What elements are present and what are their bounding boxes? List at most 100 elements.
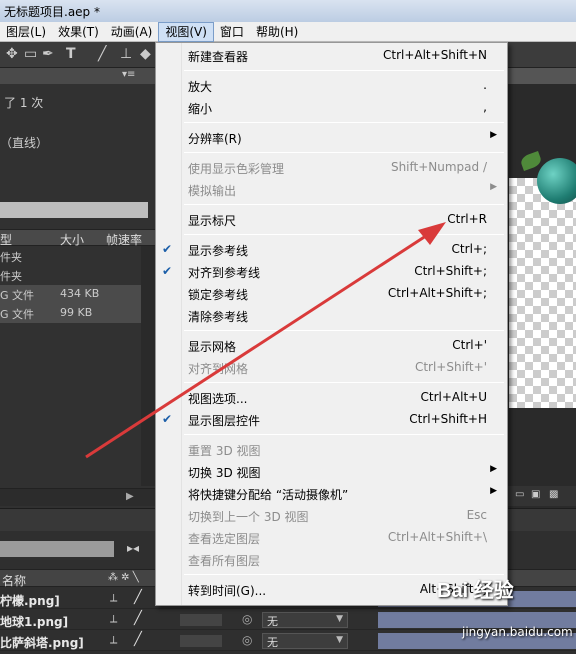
scroll-right-icon[interactable]: ▶	[126, 491, 134, 502]
item-label: 清除参考线	[188, 310, 249, 324]
menu-item-snap-to-grid[interactable]: 对齐到网格 Ctrl+Shift+'	[156, 357, 507, 379]
item-shortcut: Ctrl+'	[452, 338, 487, 352]
layer-name: 柠檬.png]	[0, 594, 60, 608]
col-fps[interactable]: 帧速率	[106, 231, 142, 248]
shape-tool-icon[interactable]: ▭	[24, 46, 37, 62]
leaf-graphic	[519, 151, 543, 171]
menu-item-lock-guides[interactable]: 锁定参考线 Ctrl+Alt+Shift+;	[156, 283, 507, 305]
project-info-usage: 了 1 次	[4, 96, 44, 110]
menu-item-view-selected-layers[interactable]: 查看选定图层 Ctrl+Alt+Shift+\	[156, 527, 507, 549]
transparency-toggle-icon[interactable]: ▩	[549, 489, 558, 500]
submenu-arrow-icon: ▶	[490, 486, 497, 496]
item-label: 模拟输出	[188, 184, 237, 198]
layer-quality-icon[interactable]: ╱	[134, 590, 142, 605]
menu-item-show-grid[interactable]: 显示网格 Ctrl+'	[156, 335, 507, 357]
menu-item-clear-guides[interactable]: 清除参考线	[156, 305, 507, 327]
item-shortcut: Ctrl+;	[451, 242, 487, 256]
menu-item-previous-3d-view[interactable]: 切换到上一个 3D 视图 Esc	[156, 505, 507, 527]
menu-item-color-management[interactable]: 使用显示色彩管理 Shift+Numpad /	[156, 157, 507, 179]
parent-dropdown[interactable]: 无 ▼	[262, 633, 348, 649]
parent-value: 无	[267, 615, 278, 628]
item-shortcut: Ctrl+Alt+U	[420, 390, 488, 404]
menu-item-zoom-out[interactable]: 缩小 ,	[156, 97, 507, 119]
layer-switch-icon[interactable]: ⟂	[110, 633, 117, 647]
layer-switches[interactable]	[180, 614, 222, 626]
layer-switches[interactable]	[180, 635, 222, 647]
menu-item-simulate-output[interactable]: 模拟输出 ▶	[156, 179, 507, 201]
project-panel: ▾≡ 了 1 次 （直线） 型 大小 帧速率 件夹 件夹 G 文件 434 KB…	[0, 68, 155, 508]
menu-item-snap-to-guides[interactable]: ✔ 对齐到参考线 Ctrl+Shift+;	[156, 261, 507, 283]
baidu-watermark-url: jingyan.baidu.com	[462, 625, 573, 639]
project-row[interactable]: G 文件 434 KB	[0, 285, 155, 304]
menu-item-assign-shortcut-camera[interactable]: 将快捷键分配给 “活动摄像机” ▶	[156, 483, 507, 505]
row-type: G 文件	[0, 308, 35, 321]
menu-item-show-layer-controls[interactable]: ✔ 显示图层控件 Ctrl+Shift+H	[156, 409, 507, 431]
item-shortcut: .	[483, 78, 487, 92]
baidu-watermark: Bai 经验	[437, 580, 514, 602]
item-label: 对齐到网格	[188, 362, 249, 376]
item-label: 分辨率(R)	[188, 132, 242, 146]
menu-layer[interactable]: 图层(L)	[0, 22, 52, 42]
layer-quality-icon[interactable]: ╱	[134, 611, 142, 626]
submenu-arrow-icon: ▶	[490, 464, 497, 474]
menu-animation[interactable]: 动画(A)	[105, 22, 159, 42]
item-label: 切换到上一个 3D 视图	[188, 510, 309, 524]
item-label: 新建查看器	[188, 50, 249, 64]
submenu-arrow-icon: ▶	[490, 182, 497, 192]
project-search-input[interactable]	[0, 202, 148, 218]
col-type[interactable]: 型	[0, 231, 12, 248]
viewer-controls: ▭ ▣ ▩	[507, 486, 576, 506]
project-row[interactable]: G 文件 99 KB	[0, 304, 155, 323]
menu-view[interactable]: 视图(V)	[158, 21, 214, 42]
graph-editor-icon[interactable]: ▸◂	[127, 541, 139, 555]
menu-item-view-options[interactable]: 视图选项... Ctrl+Alt+U	[156, 387, 507, 409]
menu-window[interactable]: 窗口	[214, 22, 250, 42]
menu-item-show-guides[interactable]: ✔ 显示参考线 Ctrl+;	[156, 239, 507, 261]
eraser-tool-icon[interactable]: ◆	[140, 46, 151, 62]
menu-separator	[184, 330, 504, 331]
menu-item-zoom-in[interactable]: 放大 .	[156, 75, 507, 97]
menu-separator	[184, 434, 504, 435]
parent-pickwhip-icon[interactable]: ◎	[242, 612, 252, 626]
item-shortcut: Ctrl+Alt+Shift+;	[387, 286, 487, 300]
menu-item-switch-3d-view[interactable]: 切换 3D 视图 ▶	[156, 461, 507, 483]
col-layer-name[interactable]: 名称	[2, 572, 26, 589]
layer-quality-icon[interactable]: ╱	[134, 632, 142, 647]
menu-separator	[184, 122, 504, 123]
panel-menu-icon[interactable]: ▾≡	[122, 69, 135, 80]
project-row[interactable]: 件夹	[0, 247, 155, 266]
item-label: 显示图层控件	[188, 414, 261, 428]
layer-switch-icon[interactable]: ⟂	[110, 591, 117, 605]
layer-switch-icon[interactable]: ⟂	[110, 612, 117, 626]
col-size[interactable]: 大小	[60, 231, 84, 248]
text-tool-icon[interactable]: T	[66, 46, 76, 62]
project-scrollbar[interactable]	[141, 246, 155, 486]
hand-tool-icon[interactable]: ✥	[6, 46, 18, 62]
project-panel-header: ▾≡	[0, 68, 155, 84]
item-shortcut: Shift+Numpad /	[390, 160, 487, 174]
menu-item-new-viewer[interactable]: 新建查看器 Ctrl+Alt+Shift+N	[156, 45, 507, 67]
timeline-search-input[interactable]	[0, 541, 114, 557]
stamp-tool-icon[interactable]: ⊥	[120, 46, 132, 62]
grid-toggle-icon[interactable]: ▭	[515, 489, 524, 500]
menu-effect[interactable]: 效果(T)	[52, 22, 105, 42]
transparency-grid	[509, 178, 576, 408]
parent-pickwhip-icon[interactable]: ◎	[242, 633, 252, 647]
project-row[interactable]: 件夹	[0, 266, 155, 285]
menu-item-resolution[interactable]: 分辨率(R) ▶	[156, 127, 507, 149]
menu-help[interactable]: 帮助(H)	[250, 22, 304, 42]
parent-dropdown[interactable]: 无 ▼	[262, 612, 348, 628]
view-menu-dropdown: 新建查看器 Ctrl+Alt+Shift+N 放大 . 缩小 , 分辨率(R) …	[155, 42, 508, 606]
brush-tool-icon[interactable]: ╱	[98, 46, 106, 62]
composition-viewer: ▭ ▣ ▩	[507, 68, 576, 508]
menu-item-view-all-layers[interactable]: 查看所有图层	[156, 549, 507, 571]
project-bottom-bar: ▶	[0, 488, 155, 506]
dropdown-arrow-icon: ▼	[336, 614, 343, 624]
mask-toggle-icon[interactable]: ▣	[531, 489, 540, 500]
menu-item-show-rulers[interactable]: 显示标尺 Ctrl+R	[156, 209, 507, 231]
project-columns-header: 型 大小 帧速率	[0, 229, 155, 248]
menu-item-reset-3d-view[interactable]: 重置 3D 视图	[156, 439, 507, 461]
item-shortcut: Ctrl+Alt+Shift+\	[387, 530, 487, 544]
menu-separator	[184, 70, 504, 71]
pen-tool-icon[interactable]: ✒	[42, 46, 54, 62]
